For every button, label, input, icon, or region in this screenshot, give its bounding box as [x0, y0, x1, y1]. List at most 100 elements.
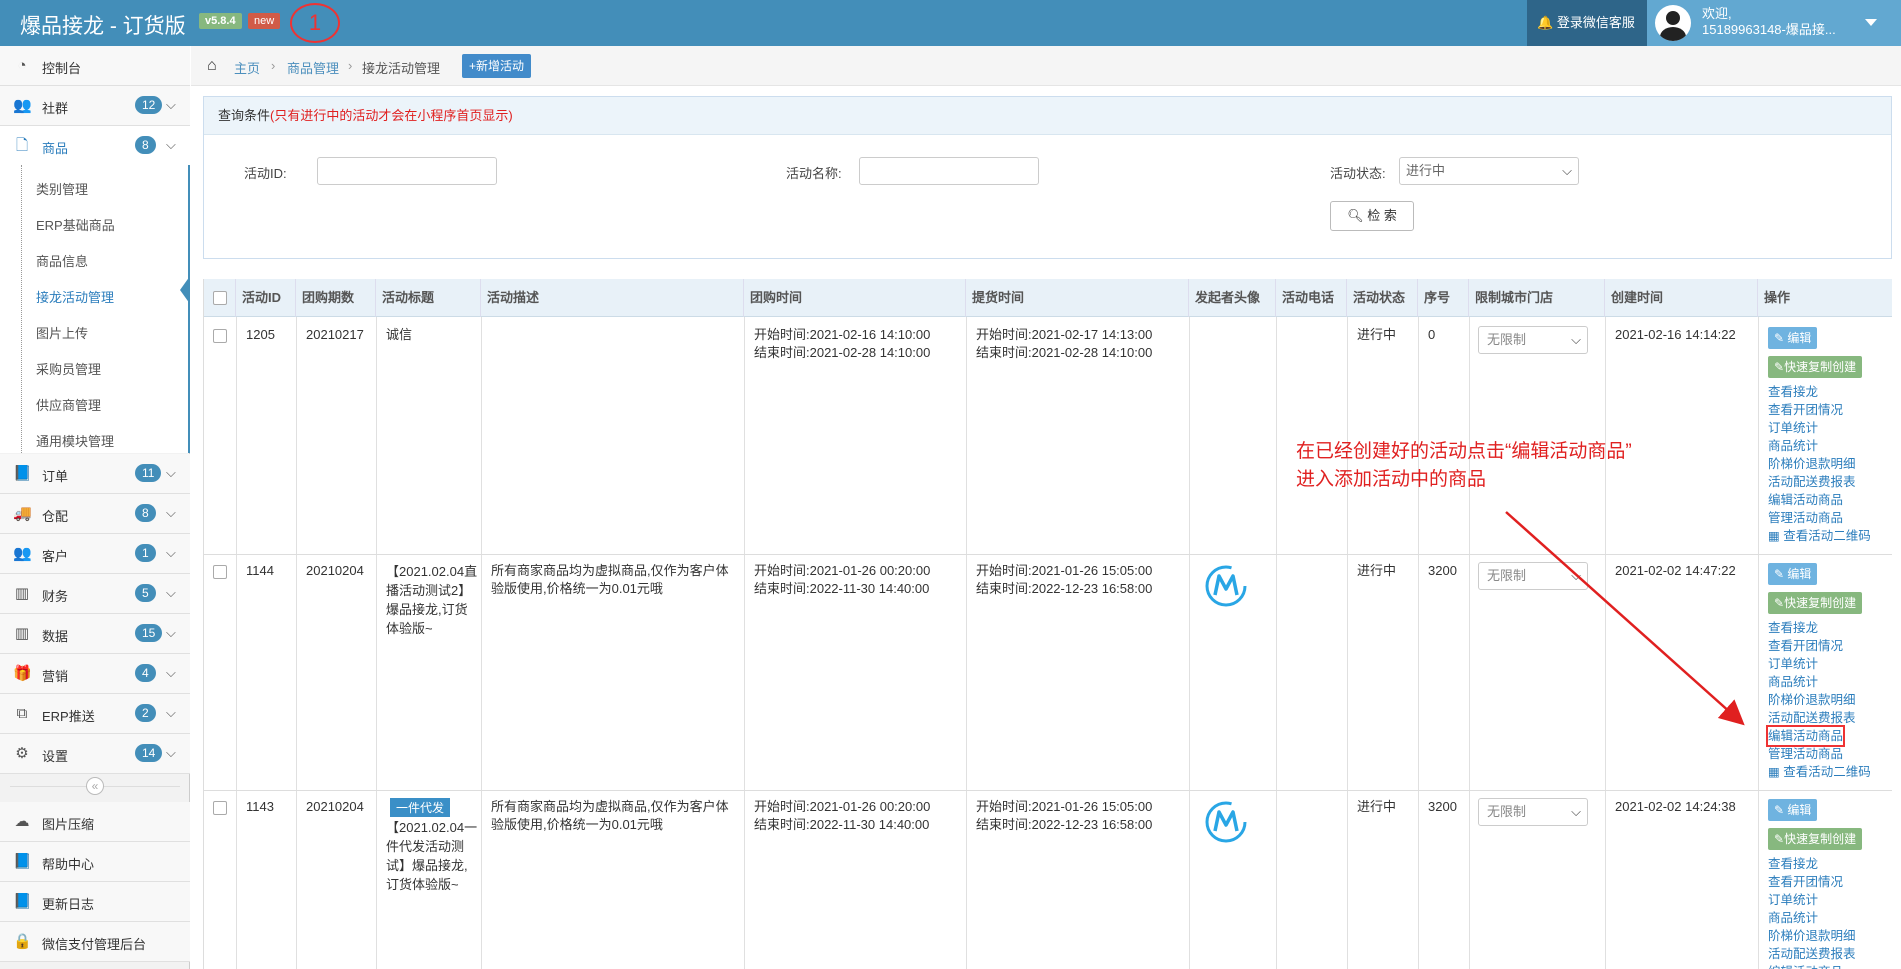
view-qrcode-link[interactable]: ▦ 查看活动二维码 [1768, 527, 1871, 545]
count-badge: 5 [135, 584, 156, 602]
sidebar-item-warehouse[interactable]: 🚚 仓配 8 ⌵ [0, 494, 190, 534]
sidebar-item-help[interactable]: 📘 帮助中心 [0, 842, 190, 882]
version-badge: v5.8.4 [199, 13, 242, 29]
city-limit-select[interactable]: 无限制 ⌵ [1478, 326, 1588, 354]
edit-button[interactable]: ✎ 编辑 [1768, 563, 1818, 585]
view-group-link[interactable]: 查看开团情况 [1768, 637, 1843, 655]
tier-refund-link[interactable]: 阶梯价退款明细 [1768, 455, 1856, 473]
submenu-item-erp-goods[interactable]: ERP基础商品 [36, 215, 115, 234]
chevron-down-icon: ⌵ [166, 625, 176, 640]
qrcode-icon: ▦ [1768, 529, 1780, 543]
cell-period: 20210204 [306, 799, 364, 814]
breadcrumb-goods-link[interactable]: 商品管理 [287, 58, 339, 77]
cell-group-start: 开始时间:2021-01-26 00:20:00 [754, 563, 931, 578]
activity-name-input[interactable] [859, 157, 1039, 185]
edit-button[interactable]: ✎ 编辑 [1768, 327, 1818, 349]
view-activity-link[interactable]: 查看接龙 [1768, 855, 1818, 873]
sidebar-item-customers[interactable]: 👥 客户 1 ⌵ [0, 534, 190, 574]
login-wechat-button[interactable]: 🔔 登录微信客服 [1527, 0, 1647, 46]
sidebar-item-dashboard[interactable]: ◔ 控制台 [0, 46, 190, 86]
file-icon: 🗋 [15, 137, 29, 154]
cell-seq: 3200 [1428, 799, 1457, 814]
submenu-item-common-module[interactable]: 通用模块管理 [36, 431, 114, 450]
column-divider [1347, 317, 1348, 969]
row-checkbox[interactable] [213, 565, 227, 579]
manage-activity-goods-link[interactable]: 管理活动商品 [1768, 745, 1843, 763]
sidebar-item-finance[interactable]: ▥ 财务 5 ⌵ [0, 574, 190, 614]
edit-activity-goods-link[interactable]: 编辑活动商品 [1768, 491, 1843, 509]
quick-copy-label: 快速复制创建 [1784, 832, 1857, 846]
sidebar-item-orders[interactable]: 📘 订单 11 ⌵ [0, 454, 190, 494]
sidebar-item-label: 微信支付管理后台 [42, 937, 147, 952]
order-stats-link[interactable]: 订单统计 [1768, 891, 1818, 909]
count-badge: 15 [135, 624, 163, 642]
order-stats-link[interactable]: 订单统计 [1768, 419, 1818, 437]
sidebar-item-community[interactable]: 👥 社群 12 ⌵ [0, 86, 190, 126]
quick-copy-button[interactable]: ✎快速复制创建 [1768, 828, 1863, 850]
breadcrumb: ⌂ 主页 › 商品管理 › 接龙活动管理 +新增活动 [191, 46, 1901, 86]
view-group-link[interactable]: 查看开团情况 [1768, 873, 1843, 891]
row-checkbox[interactable] [213, 801, 227, 815]
sidebar-item-erp-push[interactable]: ⧉ ERP推送 2 ⌵ [0, 694, 190, 734]
count-badge: 14 [135, 744, 163, 762]
submenu-item-supplier[interactable]: 供应商管理 [36, 395, 101, 414]
submenu-item-category[interactable]: 类别管理 [36, 179, 88, 198]
add-activity-button[interactable]: +新增活动 [462, 54, 532, 78]
sidebar-item-changelog[interactable]: 📘 更新日志 [0, 882, 190, 922]
manage-activity-goods-link[interactable]: 管理活动商品 [1768, 509, 1843, 527]
edit-activity-goods-link[interactable]: 编辑活动商品 [1768, 963, 1843, 969]
sidebar-item-settings[interactable]: ⚙ 设置 14 ⌵ [0, 734, 190, 774]
breadcrumb-home-link[interactable]: 主页 [234, 58, 260, 77]
book-icon: 📘 [13, 853, 32, 870]
cell-pick-start: 开始时间:2021-01-26 15:05:00 [976, 799, 1153, 814]
quick-copy-button[interactable]: ✎快速复制创建 [1768, 356, 1863, 378]
goods-stats-link[interactable]: 商品统计 [1768, 673, 1818, 691]
edit-activity-goods-link-highlighted[interactable]: 编辑活动商品 [1765, 725, 1846, 747]
sidebar-collapse-toggle[interactable]: « [0, 772, 190, 800]
view-qrcode-link[interactable]: ▦ 查看活动二维码 [1768, 763, 1871, 781]
city-limit-select[interactable]: 无限制 ⌵ [1478, 798, 1588, 826]
goods-stats-link[interactable]: 商品统计 [1768, 437, 1818, 455]
sidebar-item-label: ERP推送 [42, 709, 95, 724]
submenu-item-purchaser[interactable]: 采购员管理 [36, 359, 101, 378]
delivery-fee-report-link[interactable]: 活动配送费报表 [1768, 709, 1856, 727]
cell-created: 2021-02-02 14:24:38 [1615, 799, 1736, 814]
view-activity-link[interactable]: 查看接龙 [1768, 383, 1818, 401]
view-activity-link[interactable]: 查看接龙 [1768, 619, 1818, 637]
delivery-fee-report-link[interactable]: 活动配送费报表 [1768, 473, 1856, 491]
tier-refund-link[interactable]: 阶梯价退款明细 [1768, 927, 1856, 945]
city-limit-select[interactable]: 无限制 ⌵ [1478, 562, 1588, 590]
table-header: 操作 [1758, 279, 1892, 317]
app-title[interactable]: 爆品接龙 - 订货版 [20, 10, 186, 40]
activity-id-input[interactable] [317, 157, 497, 185]
activity-status-select[interactable]: 进行中 ⌵ [1399, 157, 1579, 185]
annotation-circle-number: 1 [290, 3, 340, 43]
activity-status-value: 进行中 [1406, 163, 1446, 178]
row-checkbox[interactable] [213, 329, 227, 343]
sidebar-item-goods[interactable]: 🗋 商品 8 ⌵ [0, 126, 190, 166]
sidebar-item-marketing[interactable]: 🎁 营销 4 ⌵ [0, 654, 190, 694]
search-button[interactable]: 🔍︎ 检 索 [1330, 201, 1414, 231]
one-piece-dropship-tag: 一件代发 [390, 798, 451, 817]
select-all-checkbox[interactable] [213, 291, 227, 305]
order-stats-link[interactable]: 订单统计 [1768, 655, 1818, 673]
query-panel: 查询条件(只有进行中的活动才会在小程序首页显示) 活动ID: 活动名称: 活动状… [203, 96, 1892, 259]
welcome-text: 欢迎, 15189963148-爆品接... [1702, 6, 1836, 38]
sidebar-item-wechat-pay[interactable]: 🔒 微信支付管理后台 [0, 922, 190, 962]
sidebar-item-image-compress[interactable]: ☁ 图片压缩 [0, 802, 190, 842]
chevron-down-icon: ⌵ [1571, 332, 1581, 347]
tier-refund-link[interactable]: 阶梯价退款明细 [1768, 691, 1856, 709]
quick-copy-button[interactable]: ✎快速复制创建 [1768, 592, 1863, 614]
count-badge: 1 [135, 544, 156, 562]
user-menu[interactable]: 欢迎, 15189963148-爆品接... [1647, 0, 1901, 46]
column-divider [296, 317, 297, 969]
view-group-link[interactable]: 查看开团情况 [1768, 401, 1843, 419]
edit-button[interactable]: ✎ 编辑 [1768, 799, 1818, 821]
goods-stats-link[interactable]: 商品统计 [1768, 909, 1818, 927]
sidebar-item-data[interactable]: ▥ 数据 15 ⌵ [0, 614, 190, 654]
submenu-item-activity-manage[interactable]: 接龙活动管理 [36, 287, 114, 306]
delivery-fee-report-link[interactable]: 活动配送费报表 [1768, 945, 1856, 963]
submenu-item-image-upload[interactable]: 图片上传 [36, 323, 88, 342]
query-title: 查询条件 [218, 108, 271, 123]
submenu-item-goods-info[interactable]: 商品信息 [36, 251, 88, 270]
